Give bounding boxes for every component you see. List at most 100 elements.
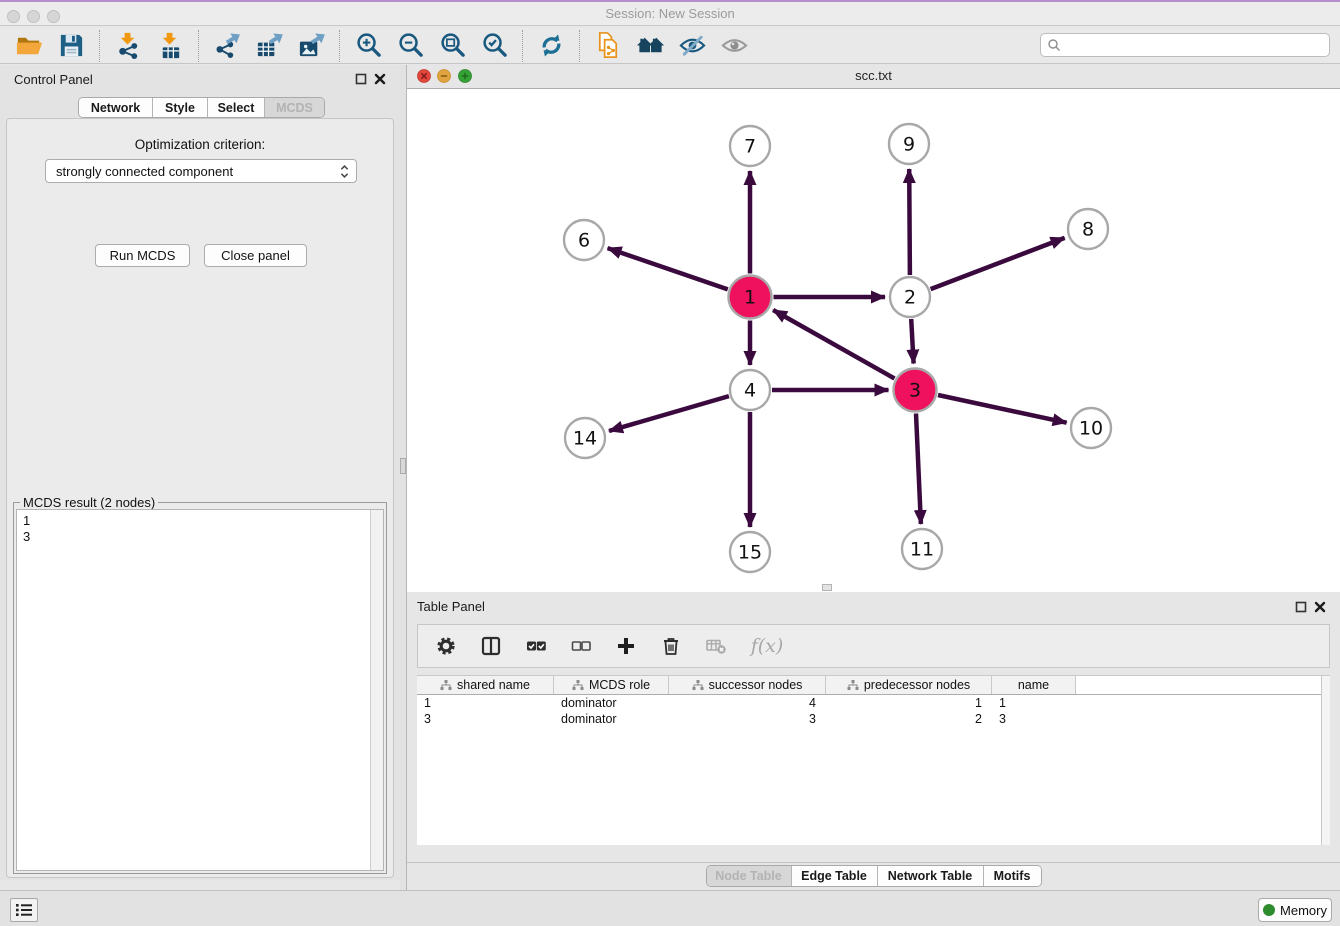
edge-1-6[interactable] — [608, 248, 728, 289]
node-10[interactable]: 10 — [1071, 408, 1111, 448]
window-minimize-icon[interactable] — [27, 10, 40, 23]
task-history-button[interactable] — [10, 898, 38, 922]
zoom-selected-icon[interactable] — [478, 30, 510, 62]
tab-network[interactable]: Network — [79, 98, 152, 117]
node-table[interactable]: shared nameMCDS rolesuccessor nodesprede… — [417, 675, 1330, 845]
column-header-MCDS-role[interactable]: MCDS role — [554, 676, 669, 694]
edge-3-11[interactable] — [916, 414, 921, 525]
table-tabs: Node TableEdge TableNetwork TableMotifs — [706, 865, 1042, 887]
svg-text:10: 10 — [1079, 418, 1103, 440]
edge-3-1[interactable] — [773, 310, 894, 379]
delete-table-icon[interactable] — [704, 634, 728, 658]
tab-style[interactable]: Style — [152, 98, 207, 117]
tab-select[interactable]: Select — [207, 98, 264, 117]
search-input[interactable] — [1065, 38, 1323, 53]
deselect-all-icon[interactable] — [569, 634, 593, 658]
hide-selected-icon[interactable] — [676, 30, 708, 62]
network-window-titlebar[interactable]: scc.txt — [407, 64, 1340, 89]
tab-mcds[interactable]: MCDS — [264, 98, 324, 117]
close-panel-button[interactable]: Close panel — [204, 244, 307, 267]
column-header-successor-nodes[interactable]: successor nodes — [669, 676, 826, 694]
show-all-icon[interactable] — [718, 30, 750, 62]
edge-3-10[interactable] — [938, 395, 1067, 423]
node-7[interactable]: 7 — [730, 126, 770, 166]
result-scrollbar[interactable] — [370, 510, 383, 870]
mcds-result-area[interactable]: 1 3 — [16, 509, 384, 871]
mcds-document-icon[interactable] — [592, 30, 624, 62]
horizontal-splitter-handle[interactable] — [822, 584, 832, 591]
tab-node-table[interactable]: Node Table — [707, 866, 791, 886]
function-builder-icon[interactable]: f(x) — [749, 634, 785, 658]
node-6[interactable]: 6 — [564, 220, 604, 260]
tab-edge-table[interactable]: Edge Table — [791, 866, 877, 886]
delete-row-trash-icon[interactable] — [659, 634, 683, 658]
table-toolbar: f(x) — [417, 624, 1330, 668]
edge-2-8[interactable] — [931, 238, 1065, 289]
tab-network-table[interactable]: Network Table — [877, 866, 983, 886]
node-8[interactable]: 8 — [1068, 209, 1108, 249]
zoom-out-icon[interactable] — [394, 30, 426, 62]
node-1[interactable]: 1 — [729, 276, 772, 319]
node-2[interactable]: 2 — [890, 277, 930, 317]
column-header-name[interactable]: name — [992, 676, 1076, 694]
close-table-panel-icon[interactable] — [1314, 601, 1326, 613]
show-column-icon[interactable] — [479, 634, 503, 658]
column-header-predecessor-nodes[interactable]: predecessor nodes — [826, 676, 992, 694]
panel-splitter[interactable] — [400, 65, 407, 890]
home-view-icon[interactable] — [634, 30, 666, 62]
criterion-select[interactable]: strongly connected component — [45, 159, 357, 183]
svg-text:14: 14 — [573, 428, 597, 450]
network-zoom-icon[interactable] — [458, 69, 472, 83]
svg-text:1: 1 — [744, 287, 756, 309]
import-network-icon[interactable] — [112, 30, 144, 62]
edge-2-3[interactable] — [911, 319, 913, 364]
node-14[interactable]: 14 — [565, 418, 605, 458]
table-scrollbar[interactable] — [1321, 676, 1330, 845]
memory-button[interactable]: Memory — [1258, 898, 1332, 922]
save-session-icon[interactable] — [55, 30, 87, 62]
select-all-icon[interactable] — [524, 634, 548, 658]
node-15[interactable]: 15 — [730, 532, 770, 572]
network-canvas[interactable]: 7 9 6 8 1 2 4 3 14 10 15 11 — [407, 89, 1340, 592]
zoom-in-icon[interactable] — [352, 30, 384, 62]
cell: 3 — [417, 711, 554, 727]
table-row[interactable]: 1dominator411 — [417, 695, 1330, 711]
tab-motifs[interactable]: Motifs — [983, 866, 1041, 886]
search-field[interactable] — [1040, 33, 1330, 57]
memory-label: Memory — [1280, 903, 1327, 918]
toolbar-separator — [198, 30, 199, 62]
float-panel-icon[interactable] — [355, 73, 367, 85]
table-settings-gear-icon[interactable] — [434, 634, 458, 658]
svg-text:4: 4 — [744, 380, 756, 402]
node-4[interactable]: 4 — [730, 370, 770, 410]
network-minimize-icon[interactable] — [437, 69, 451, 83]
export-table-icon[interactable] — [253, 30, 285, 62]
table-row[interactable]: 3dominator323 — [417, 711, 1330, 727]
node-3[interactable]: 3 — [894, 369, 937, 412]
edge-4-14[interactable] — [609, 396, 729, 431]
fx-label: f(x) — [751, 635, 784, 657]
svg-text:11: 11 — [910, 539, 934, 561]
add-row-icon[interactable] — [614, 634, 638, 658]
node-11[interactable]: 11 — [902, 529, 942, 569]
network-close-icon[interactable] — [417, 69, 431, 83]
run-mcds-button[interactable]: Run MCDS — [95, 244, 190, 267]
node-9[interactable]: 9 — [889, 124, 929, 164]
export-image-icon[interactable] — [295, 30, 327, 62]
splitter-handle[interactable] — [400, 458, 406, 474]
refresh-layout-icon[interactable] — [535, 30, 567, 62]
export-network-icon[interactable] — [211, 30, 243, 62]
column-header-shared-name[interactable]: shared name — [417, 676, 554, 694]
svg-text:3: 3 — [909, 380, 921, 402]
open-session-icon[interactable] — [13, 30, 45, 62]
table-panel: Table Panel f(x) shared nameMCDS rol — [407, 592, 1340, 890]
window-zoom-icon[interactable] — [47, 10, 60, 23]
edge-2-9[interactable] — [909, 169, 910, 275]
optimization-criterion-label: Optimization criterion: — [7, 137, 393, 152]
window-close-icon[interactable] — [7, 10, 20, 23]
close-panel-icon[interactable] — [374, 73, 386, 85]
float-table-panel-icon[interactable] — [1295, 601, 1307, 613]
zoom-fit-icon[interactable] — [436, 30, 468, 62]
control-panel-tabs: NetworkStyleSelectMCDS — [78, 97, 325, 118]
import-table-icon[interactable] — [154, 30, 186, 62]
